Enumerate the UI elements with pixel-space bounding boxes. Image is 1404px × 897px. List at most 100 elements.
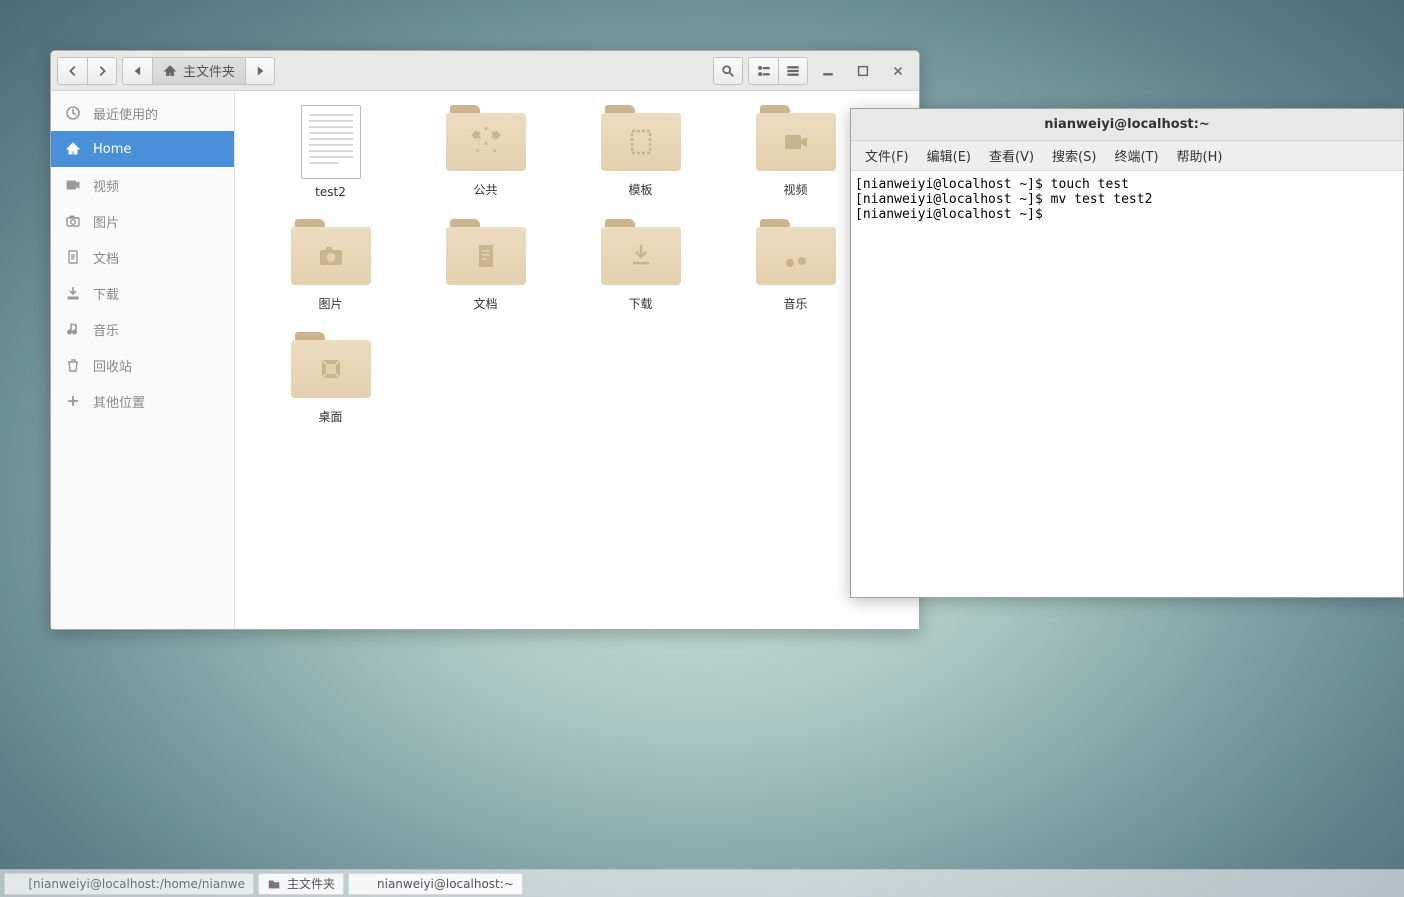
sidebar-item-label: 图片 [93, 212, 119, 231]
music-icon [65, 321, 81, 337]
path-group: 主文件夹 [122, 57, 275, 85]
terminal-body[interactable]: [nianweiyi@localhost ~]$ touch test [nia… [851, 171, 1403, 597]
item-name: 下载 [628, 295, 652, 312]
maximize-icon [856, 64, 870, 78]
sidebar-item-label: 视频 [93, 176, 119, 195]
taskbar-button[interactable]: nianweiyi@localhost:~ [348, 873, 523, 895]
path-segment-home[interactable]: 主文件夹 [152, 57, 245, 85]
item-name: 桌面 [318, 408, 342, 425]
back-button[interactable] [57, 57, 87, 85]
trash-icon [65, 357, 81, 373]
plus-icon [65, 393, 81, 409]
video-icon [65, 177, 81, 193]
folder-icon [267, 877, 281, 891]
menu-icon [786, 64, 800, 78]
path-label: 主文件夹 [183, 61, 235, 80]
terminal-menu-item[interactable]: 终端(T) [1106, 143, 1166, 168]
terminal-menu-item[interactable]: 查看(V) [981, 143, 1042, 168]
sidebar-item-download[interactable]: 下载 [51, 275, 234, 311]
sidebar-item-video[interactable]: 视频 [51, 167, 234, 203]
terminal-menu-item[interactable]: 编辑(E) [919, 143, 979, 168]
search-button[interactable] [713, 57, 743, 85]
taskbar-label: nianweiyi@localhost:~ [377, 877, 514, 891]
terminal-menu-item[interactable]: 帮助(H) [1169, 143, 1231, 168]
item-name: 公共 [473, 181, 497, 198]
window-maximize-button[interactable] [848, 57, 878, 85]
sidebar-item-label: 其他位置 [93, 392, 145, 411]
item-name: 图片 [318, 295, 342, 312]
view-icon-button[interactable] [778, 57, 808, 85]
terminal-title: nianweiyi@localhost:~ [851, 109, 1403, 141]
forward-button[interactable] [87, 57, 117, 85]
sidebar-item-doc[interactable]: 文档 [51, 239, 234, 275]
folder-icon [291, 332, 371, 402]
terminal-window: nianweiyi@localhost:~ 文件(F)编辑(E)查看(V)搜索(… [850, 108, 1404, 598]
terminal-menubar: 文件(F)编辑(E)查看(V)搜索(S)终端(T)帮助(H) [851, 141, 1403, 171]
list-icon [757, 64, 771, 78]
path-back-button[interactable] [122, 57, 152, 85]
sidebar-item-clock[interactable]: 最近使用的 [51, 95, 234, 131]
item-name: 音乐 [783, 295, 807, 312]
chevron-right-icon [95, 64, 109, 78]
folder-item[interactable]: 模板 [563, 105, 718, 199]
terminal-menu-item[interactable]: 搜索(S) [1044, 143, 1104, 168]
taskbar-button[interactable]: [nianweiyi@localhost:/home/nianwe [4, 873, 254, 895]
sidebar-item-label: 下载 [93, 284, 119, 303]
file-grid: test2 公共 模板 视频 图片 文档 下载 音乐 [253, 105, 901, 425]
document-icon [301, 105, 361, 179]
term-icon [13, 877, 22, 891]
minimize-icon [821, 64, 835, 78]
close-icon [891, 64, 905, 78]
item-name: 模板 [628, 181, 652, 198]
sidebar-item-home[interactable]: Home [51, 131, 234, 167]
triangle-right-icon [253, 64, 267, 78]
folder-icon [601, 105, 681, 175]
expand-icon [471, 127, 501, 157]
folder-icon [756, 219, 836, 289]
view-group [748, 57, 808, 85]
camera-icon [65, 213, 81, 229]
path-forward-button[interactable] [245, 57, 275, 85]
taskbar-label: [nianweiyi@localhost:/home/nianwe [28, 877, 245, 891]
item-name: test2 [315, 185, 346, 199]
file-manager-window: 主文件夹 最近使用的Home视频图片文档下载 [50, 50, 920, 630]
taskbar-label: 主文件夹 [287, 875, 335, 892]
folder-icon [601, 219, 681, 289]
terminal-menu-item[interactable]: 文件(F) [857, 143, 917, 168]
folder-icon [756, 105, 836, 175]
clock-icon [65, 105, 81, 121]
window-minimize-button[interactable] [813, 57, 843, 85]
doc-icon [471, 241, 501, 271]
folder-icon [446, 105, 526, 175]
sidebar-item-trash[interactable]: 回收站 [51, 347, 234, 383]
doc-icon [65, 249, 81, 265]
nav-group [57, 57, 117, 85]
chevron-left-icon [66, 64, 80, 78]
folder-item[interactable]: 下载 [563, 219, 718, 312]
sidebar-item-camera[interactable]: 图片 [51, 203, 234, 239]
folder-item[interactable]: 文档 [408, 219, 563, 312]
taskbar-button[interactable]: 主文件夹 [258, 873, 344, 895]
search-icon [721, 64, 735, 78]
folder-item[interactable]: 桌面 [253, 332, 408, 425]
folder-item[interactable]: 公共 [408, 105, 563, 199]
download-icon [626, 241, 656, 271]
item-name: 视频 [783, 181, 807, 198]
sidebar-item-music[interactable]: 音乐 [51, 311, 234, 347]
triangle-left-icon [131, 64, 145, 78]
file-manager-body: 最近使用的Home视频图片文档下载音乐回收站其他位置 test2 公共 模板 视… [51, 91, 919, 629]
sidebar-item-plus[interactable]: 其他位置 [51, 383, 234, 419]
home-icon [65, 141, 81, 157]
file-manager-toolbar: 主文件夹 [51, 51, 919, 91]
item-name: 文档 [473, 295, 497, 312]
file-item[interactable]: test2 [253, 105, 408, 199]
template-icon [626, 127, 656, 157]
file-manager-content[interactable]: test2 公共 模板 视频 图片 文档 下载 音乐 [235, 91, 919, 629]
folder-icon [291, 219, 371, 289]
view-list-button[interactable] [748, 57, 778, 85]
window-close-button[interactable] [883, 57, 913, 85]
sidebar-item-label: 最近使用的 [93, 104, 158, 123]
video-icon [781, 127, 811, 157]
term-icon [357, 877, 371, 891]
folder-item[interactable]: 图片 [253, 219, 408, 312]
